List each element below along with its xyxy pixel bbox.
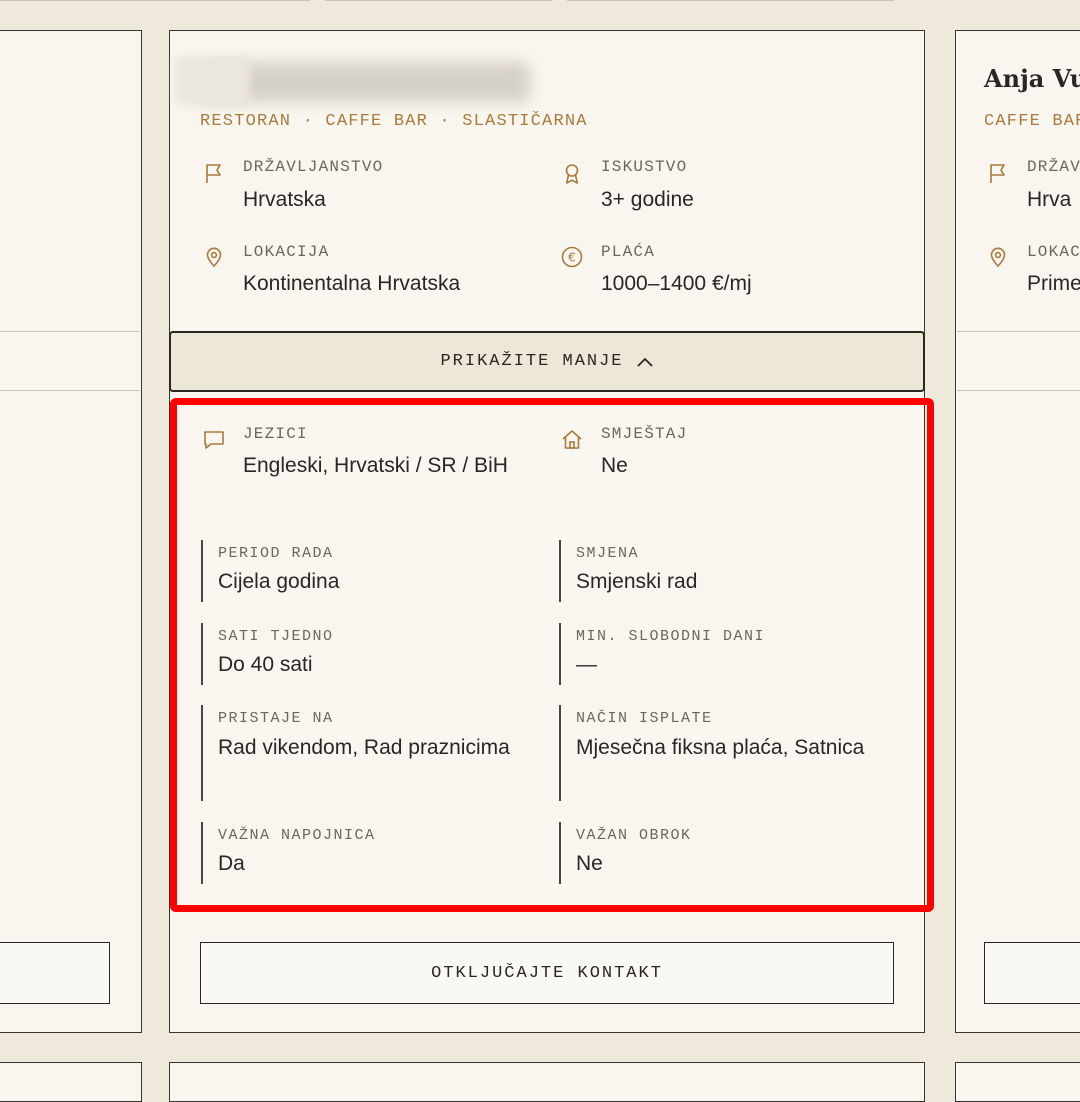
detail-bar [201,623,203,685]
map-pin-icon [990,247,1006,268]
candidate-categories: CAFFE BAR [984,112,1080,131]
award-icon [565,164,579,184]
field-value-location: Kontinentalna Hrvatska [243,272,461,295]
detail-value-agrees-to: Rad vikendom, Rad praznicima [218,736,510,759]
detail-bar [201,705,203,801]
show-less-button[interactable]: PRIKAŽITE MANJE [169,331,925,392]
field-label-location: LOKACIJA [243,243,330,261]
candidate-card-below [169,1062,925,1102]
detail-label-meal-important: VAŽAN OBROK [576,827,692,844]
field-label-salary: PLAĆA [601,243,656,261]
field-label: LOKAC [1027,243,1080,261]
detail-value-meal-important: Ne [576,852,603,875]
candidate-card-below [0,1062,142,1102]
candidate-categories: RESTORAN · CAFFE BAR · SLASTIČARNA [200,112,588,131]
field-value-citizenship: Hrvatska [243,188,326,211]
divider [0,331,140,332]
home-icon [562,430,582,449]
unlock-contact-button-left[interactable] [0,942,110,1004]
detail-bar [201,540,203,602]
unlock-contact-button-right[interactable] [984,942,1080,1004]
card-edge-top [567,0,894,1]
euro-icon: € [561,246,583,268]
detail-value-min-days-off: — [576,653,597,676]
detail-label-work-period: PERIOD RADA [218,545,334,562]
detail-bar [559,540,561,602]
field-value-experience: 3+ godine [601,188,694,211]
candidate-card-left [0,30,142,1033]
card-edge-top [0,0,310,1]
candidate-card [169,30,925,1033]
detail-value-hours-weekly: Do 40 sati [218,653,313,676]
field-value-languages: Engleski, Hrvatski / SR / BiH [243,454,508,477]
field-label-accommodation: SMJEŠTAJ [601,425,688,443]
detail-label-payment-method: NAČIN ISPLATE [576,710,713,727]
field-value-accommodation: Ne [601,454,628,477]
chevron-up-icon [636,357,653,367]
detail-label-agrees-to: PRISTAJE NA [218,710,334,727]
card-edge-top [325,0,552,1]
field-value: Prime [1027,272,1080,295]
divider [0,390,140,391]
detail-value-tips-important: Da [218,852,245,875]
detail-bar [559,623,561,685]
field-label-experience: ISKUSTVO [601,158,688,176]
show-less-label: PRIKAŽITE MANJE [440,352,624,371]
field-label-languages: JEZICI [243,425,308,443]
field-label: DRŽAV [1027,158,1080,176]
redacted-email-edge [175,57,250,105]
detail-label-min-days-off: MIN. SLOBODNI DANI [576,628,766,645]
flag-icon [990,164,1005,183]
unlock-contact-button[interactable]: OTKLJUČAJTE KONTAKT [200,942,894,1004]
candidate-card-below [955,1062,1080,1102]
chat-icon [204,431,224,449]
field-label-citizenship: DRŽAVLJANSTVO [243,158,384,176]
detail-value-shift: Smjenski rad [576,570,698,593]
candidate-name: Anja Vu [984,64,1080,93]
detail-label-shift: SMJENA [576,545,640,562]
divider [957,390,1080,391]
detail-label-tips-important: VAŽNA NAPOJNICA [218,827,376,844]
detail-bar [201,822,203,884]
field-value-salary: 1000–1400 €/mj [601,272,752,295]
candidate-card-right [955,30,1080,1033]
divider [957,331,1080,332]
field-value: Hrva [1027,188,1072,211]
detail-value-payment-method: Mjesečna fiksna plaća, Satnica [576,736,865,759]
detail-label-hours-weekly: SATI TJEDNO [218,628,334,645]
detail-bar [559,705,561,801]
detail-value-work-period: Cijela godina [218,570,340,593]
flag-icon [206,164,221,183]
unlock-contact-label: OTKLJUČAJTE KONTAKT [431,963,663,983]
detail-bar [559,822,561,884]
svg-text:€: € [568,251,576,265]
map-pin-icon [206,247,222,268]
